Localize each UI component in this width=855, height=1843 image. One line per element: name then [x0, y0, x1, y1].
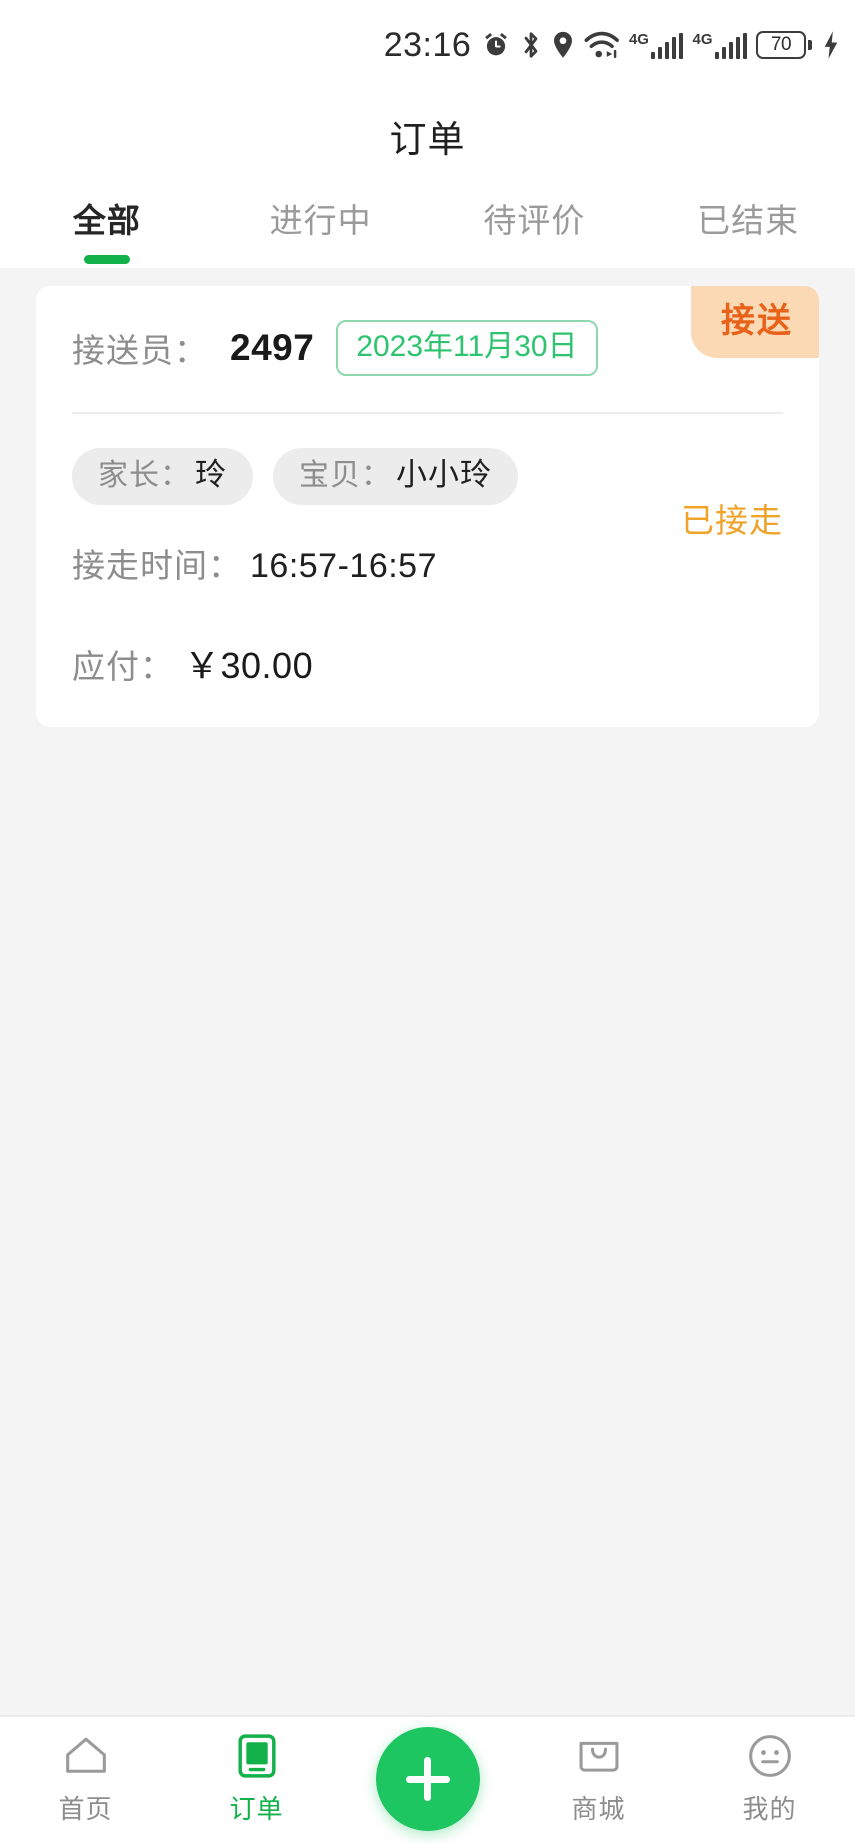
- parent-chip-value: 玲: [195, 459, 227, 490]
- tab-inactive-indicator: [725, 255, 771, 264]
- bluetooth-icon: [520, 30, 542, 60]
- order-list: 接送 接送员： 2497 2023年11月30日 已接走 家长： 玲 宝贝： 小…: [0, 268, 855, 1715]
- order-status-text: 已接走: [681, 494, 783, 542]
- tab-active-indicator: [84, 255, 130, 264]
- driver-id-value: 2497: [230, 327, 314, 369]
- tab-in-progress[interactable]: 进行中: [214, 194, 428, 264]
- order-driver-row: 接送员： 2497 2023年11月30日: [72, 320, 783, 376]
- baby-chip: 宝贝： 小小玲: [273, 448, 518, 505]
- nav-item-orders[interactable]: 订单: [171, 1731, 342, 1826]
- order-date-chip: 2023年11月30日: [336, 320, 597, 376]
- order-info-block: 已接走 家长： 玲 宝贝： 小小玲 接走时间： 16:57-16:57: [72, 448, 783, 689]
- tab-in-progress-label: 进行中: [270, 194, 372, 242]
- tab-pending-review-label: 待评价: [483, 194, 585, 242]
- parent-chip: 家长： 玲: [72, 448, 253, 505]
- order-payment-row: 应付： ￥30.00: [72, 637, 783, 689]
- plus-icon-vertical: [424, 1757, 431, 1801]
- tab-inactive-indicator: [298, 255, 344, 264]
- nav-item-home[interactable]: 首页: [0, 1731, 171, 1826]
- pickup-time-value: 16:57-16:57: [250, 547, 437, 586]
- baby-chip-value: 小小玲: [396, 459, 492, 490]
- order-person-chips: 家长： 玲 宝贝： 小小玲: [72, 448, 783, 505]
- nav-item-profile[interactable]: 我的: [684, 1731, 855, 1826]
- app-screen: 23:16: [0, 0, 855, 1843]
- tab-all-label: 全部: [73, 194, 141, 242]
- order-tab-bar: 全部 进行中 待评价 已结束: [0, 182, 855, 268]
- nav-item-shop-label: 商城: [571, 1789, 625, 1826]
- nav-item-orders-label: 订单: [229, 1789, 283, 1826]
- driver-label: 接送员：: [72, 324, 208, 372]
- nav-item-home-label: 首页: [58, 1789, 112, 1826]
- signal-bars-2: [715, 33, 748, 59]
- tab-finished-label: 已结束: [697, 194, 799, 242]
- signal-4g-icon-sim1: 4G: [629, 32, 684, 59]
- status-bar: 23:16: [0, 0, 855, 90]
- wifi-icon: [584, 30, 620, 60]
- location-icon: [551, 30, 575, 60]
- parent-chip-key: 家长：: [98, 461, 191, 491]
- tab-pending-review[interactable]: 待评价: [428, 194, 642, 264]
- shop-bag-icon: [572, 1731, 626, 1781]
- status-bar-icons: 4G 4G 70: [481, 28, 841, 62]
- order-pickup-time-row: 接走时间： 16:57-16:57: [72, 539, 783, 587]
- tab-inactive-indicator: [511, 255, 557, 264]
- tab-finished[interactable]: 已结束: [641, 194, 855, 264]
- battery-level-text: 70: [756, 31, 806, 59]
- signal-4g-icon-sim2: 4G: [692, 32, 747, 59]
- charging-bolt-icon: [821, 30, 841, 60]
- payment-label: 应付：: [72, 640, 174, 688]
- page-header: 订单: [0, 90, 855, 182]
- page-title: 订单: [390, 109, 466, 163]
- alarm-icon: [481, 30, 511, 60]
- tab-all[interactable]: 全部: [0, 194, 214, 264]
- signal-network-label-2: 4G: [692, 32, 712, 47]
- signal-bars-1: [651, 33, 684, 59]
- signal-network-label-1: 4G: [629, 32, 649, 47]
- order-card[interactable]: 接送 接送员： 2497 2023年11月30日 已接走 家长： 玲 宝贝： 小…: [36, 286, 819, 727]
- pickup-time-label: 接走时间：: [72, 539, 242, 587]
- profile-smiley-icon: [743, 1731, 797, 1781]
- battery-icon: 70: [756, 31, 812, 59]
- add-order-fab[interactable]: [376, 1727, 480, 1831]
- battery-cap: [808, 40, 812, 50]
- nav-item-profile-label: 我的: [742, 1789, 796, 1826]
- order-type-badge: 接送: [691, 286, 819, 358]
- card-divider: [72, 412, 783, 414]
- order-list-icon: [230, 1731, 284, 1781]
- bottom-navigation-bar: 首页 订单 商城: [0, 1715, 855, 1843]
- payment-amount: ￥30.00: [184, 637, 313, 689]
- home-icon: [59, 1731, 113, 1781]
- nav-item-shop[interactable]: 商城: [513, 1731, 684, 1826]
- baby-chip-key: 宝贝：: [299, 461, 392, 491]
